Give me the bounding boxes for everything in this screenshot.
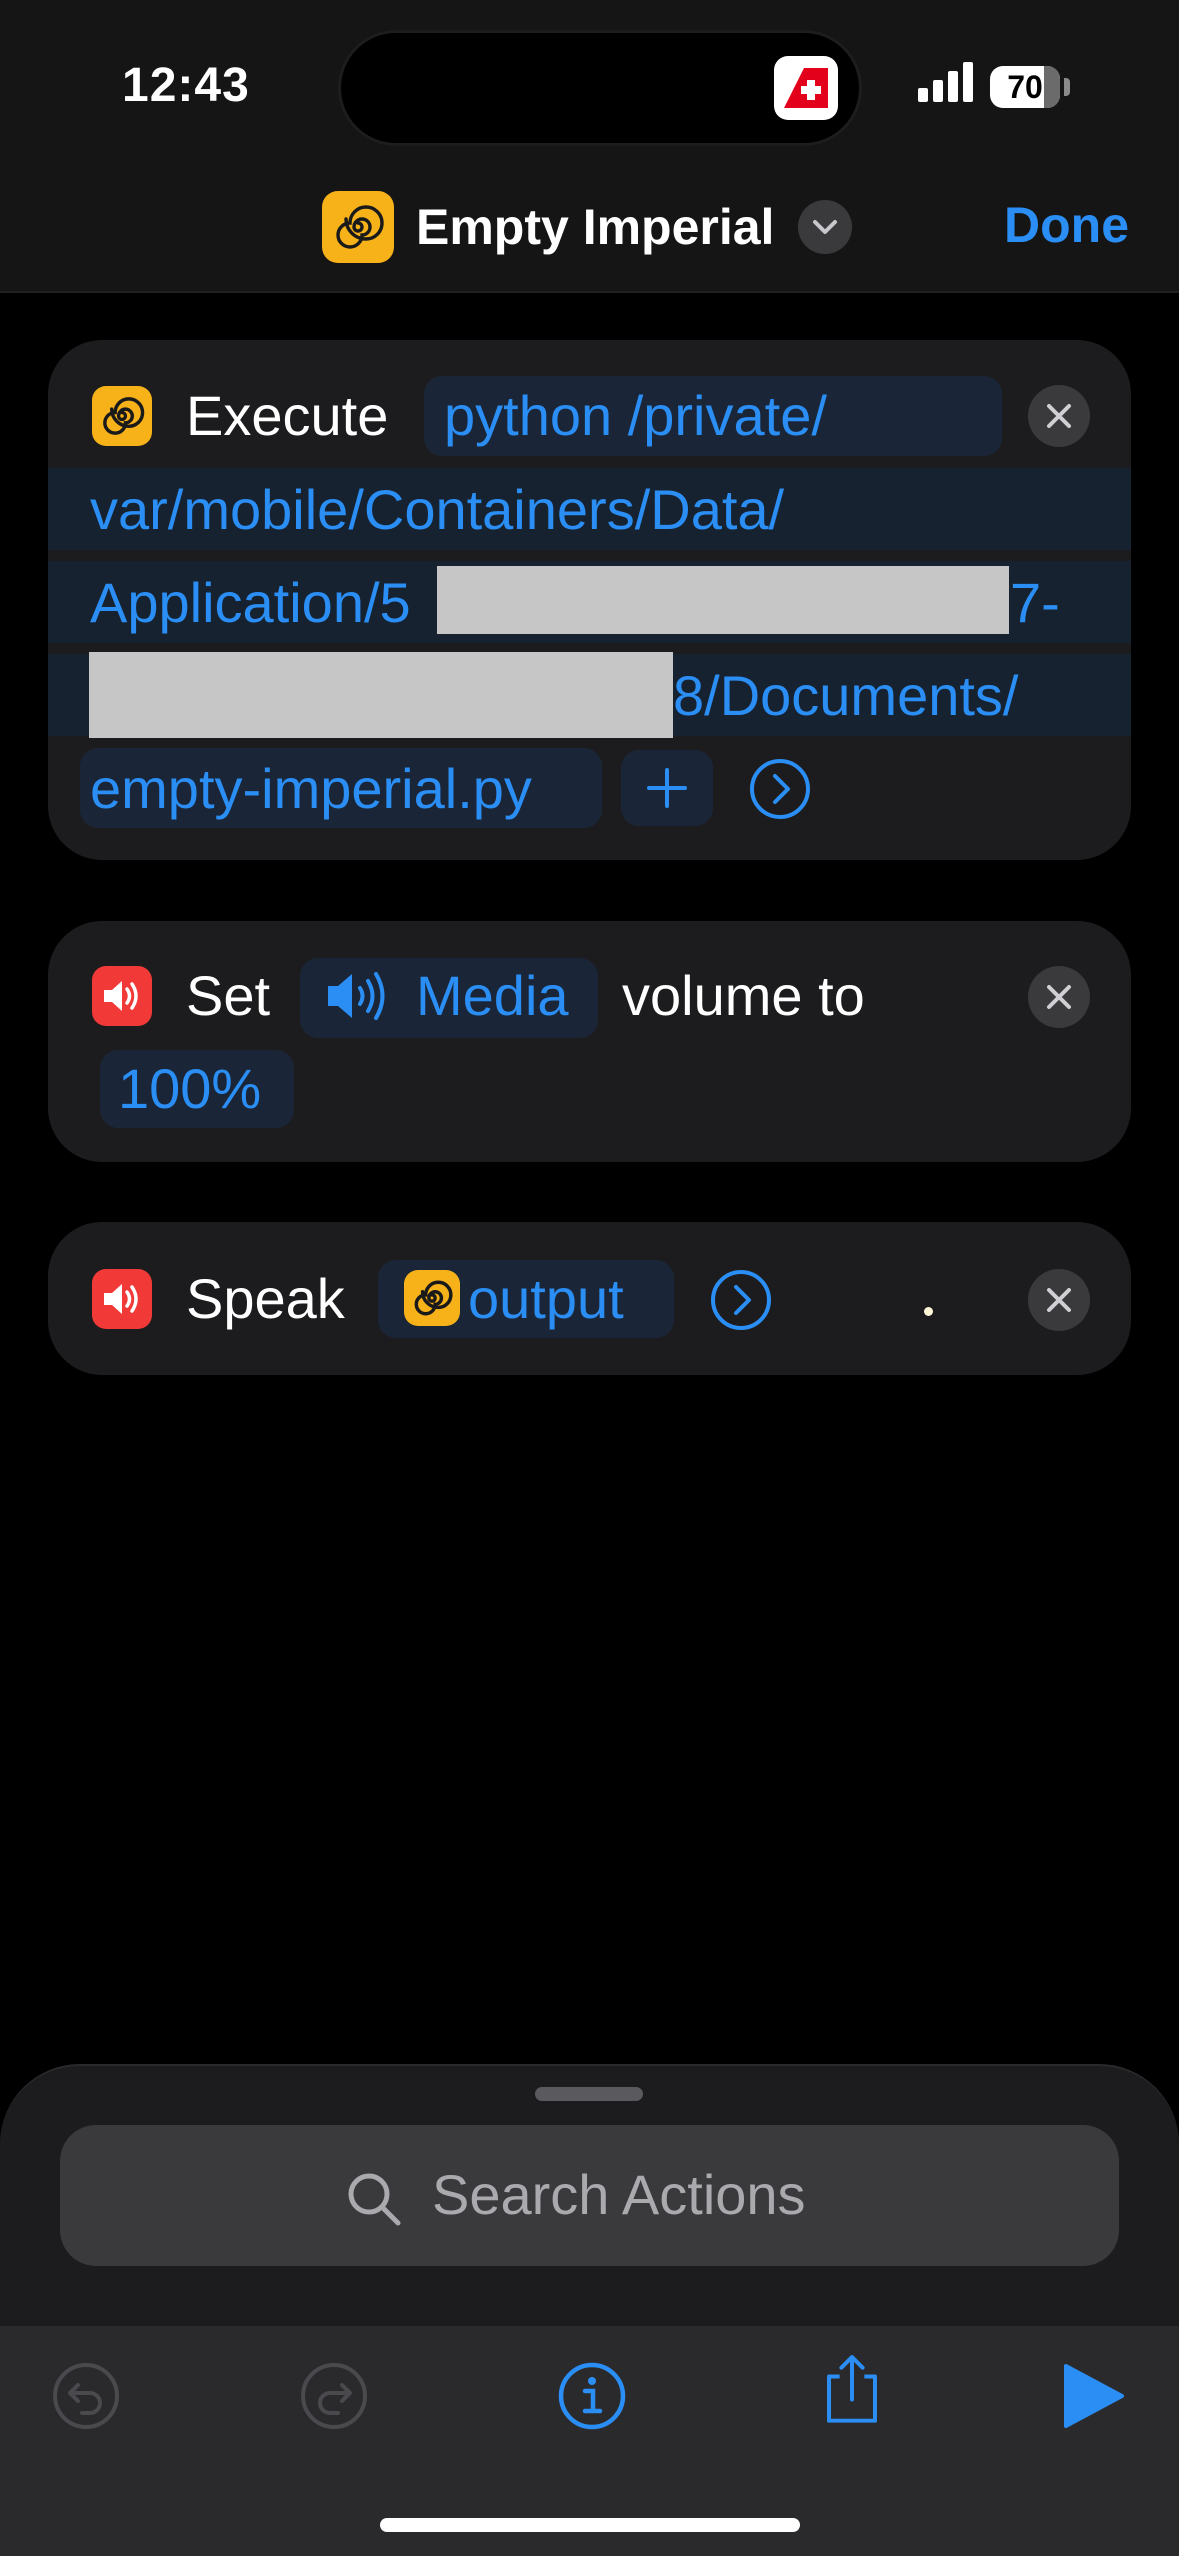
speaker-volume-icon [328,972,385,1020]
swiss-app-icon[interactable] [774,56,838,120]
plus-icon [647,768,687,808]
close-icon [1047,985,1071,1009]
action-verb-execute: Execute [186,384,389,447]
chevron-right-circle-icon[interactable] [710,1269,772,1331]
speaker-icon [92,1269,152,1329]
battery-nub [1064,78,1070,96]
undo-icon[interactable] [48,2358,124,2434]
search-icon [348,2173,401,2226]
speaker-icon [92,966,152,1026]
status-time: 12:43 [122,59,250,112]
command-text-line[interactable]: 7- [1010,571,1060,635]
chevron-right-circle-icon[interactable] [749,758,811,820]
battery-level: 70 [1007,69,1043,105]
output-token-label[interactable]: output [468,1267,624,1331]
spiral-icon [322,191,394,263]
chevron-down-icon[interactable] [798,200,853,254]
share-icon[interactable] [814,2350,890,2426]
dot-mark [924,1307,933,1316]
volume-to-label: volume to [622,964,865,1027]
done-button[interactable]: Done [1004,196,1129,254]
command-text-line[interactable]: python /private/ [444,384,827,448]
cellular-signal-icon [918,62,973,102]
remove-action-button[interactable] [1028,1269,1090,1331]
media-token-label[interactable]: Media [416,964,569,1028]
remove-action-button[interactable] [1028,966,1090,1028]
add-variable-button[interactable] [621,750,713,826]
info-icon[interactable] [554,2358,630,2434]
search-placeholder: Search Actions [432,2163,806,2226]
sheet-grabber[interactable] [535,2087,643,2101]
redacted-block [89,652,673,738]
spiral-icon [404,1270,460,1326]
remove-action-button[interactable] [1028,385,1090,447]
redacted-block [437,566,1009,634]
search-actions-field[interactable]: Search Actions [60,2125,1119,2266]
command-text-line[interactable]: empty-imperial.py [90,757,532,821]
page-title: Empty Imperial [416,199,775,255]
home-indicator [380,2518,800,2532]
action-verb-set: Set [186,964,271,1027]
shortcut-title-menu[interactable]: Empty Imperial [322,190,853,264]
redo-icon[interactable] [296,2358,372,2434]
close-icon [1047,1288,1071,1312]
close-icon [1047,404,1071,428]
volume-value-token[interactable]: 100% [118,1057,261,1121]
play-icon[interactable] [1058,2358,1134,2434]
spiral-icon [92,386,152,446]
action-verb-speak: Speak [186,1267,345,1330]
battery-indicator: 70 [990,66,1060,108]
command-text-line[interactable]: Application/5 [90,571,411,635]
command-text-line[interactable]: var/mobile/Containers/Data/ [90,478,784,542]
command-text-line[interactable]: 8/Documents/ [673,664,1019,728]
